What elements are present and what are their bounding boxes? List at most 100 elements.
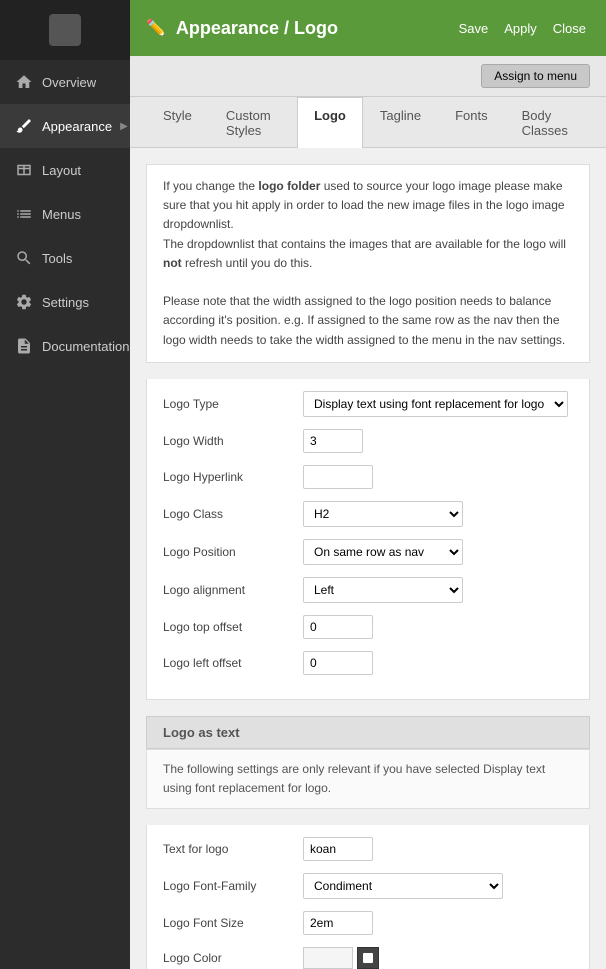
logo-type-control: Display text using font replacement for … bbox=[303, 391, 573, 417]
sidebar-item-tools[interactable]: Tools bbox=[0, 236, 130, 280]
sidebar-item-label: Layout bbox=[42, 163, 81, 178]
logo-width-control bbox=[303, 429, 573, 453]
logo-class-control: H2 H1 H3 bbox=[303, 501, 573, 527]
logo-top-offset-input[interactable] bbox=[303, 615, 373, 639]
sidebar-item-appearance[interactable]: Appearance ▶ bbox=[0, 104, 130, 148]
logo-font-size-input[interactable] bbox=[303, 911, 373, 935]
sidebar-item-documentation[interactable]: Documentation bbox=[0, 324, 130, 368]
color-preview bbox=[303, 947, 353, 969]
info-line2: The dropdownlist that contains the image… bbox=[163, 235, 573, 273]
logo-width-input[interactable] bbox=[303, 429, 363, 453]
logo-font-size-control bbox=[303, 911, 573, 935]
logo-as-text-label: Logo as text bbox=[163, 725, 240, 740]
tab-logo[interactable]: Logo bbox=[297, 97, 363, 148]
tab-fonts[interactable]: Fonts bbox=[438, 97, 505, 148]
list-icon bbox=[14, 204, 34, 224]
logo-top-offset-label: Logo top offset bbox=[163, 620, 303, 634]
logo-hyperlink-row: Logo Hyperlink bbox=[163, 465, 573, 489]
sidebar-item-settings[interactable]: Settings bbox=[0, 280, 130, 324]
logo-font-size-label: Logo Font Size bbox=[163, 916, 303, 930]
info-box: If you change the logo folder used to so… bbox=[146, 164, 590, 363]
assign-bar: Assign to menu bbox=[130, 56, 606, 97]
logo-alignment-label: Logo alignment bbox=[163, 583, 303, 597]
doc-icon bbox=[14, 336, 34, 356]
apply-button[interactable]: Apply bbox=[500, 19, 541, 38]
logo-width-label: Logo Width bbox=[163, 434, 303, 448]
color-picker-button[interactable] bbox=[357, 947, 379, 969]
tab-body-classes[interactable]: Body Classes bbox=[505, 97, 590, 148]
page-title: Appearance / Logo bbox=[176, 18, 455, 39]
sidebar-item-label: Settings bbox=[42, 295, 89, 310]
text-for-logo-input[interactable] bbox=[303, 837, 373, 861]
logo-position-control: On same row as nav Above nav Below nav bbox=[303, 539, 573, 565]
logo-icon bbox=[49, 14, 81, 46]
logo-font-family-row: Logo Font-Family Condiment Open Sans Rob… bbox=[163, 873, 573, 899]
tab-bar: Style Custom Styles Logo Tagline Fonts B… bbox=[130, 97, 606, 148]
logo-font-family-select[interactable]: Condiment Open Sans Roboto bbox=[303, 873, 503, 899]
gear-icon bbox=[14, 292, 34, 312]
logo-position-select[interactable]: On same row as nav Above nav Below nav bbox=[303, 539, 463, 565]
logo-color-control bbox=[303, 947, 573, 969]
text-for-logo-label: Text for logo bbox=[163, 842, 303, 856]
wrench-icon bbox=[14, 248, 34, 268]
sidebar: Overview Appearance ▶ Layout Menus Tools… bbox=[0, 0, 130, 969]
sidebar-logo bbox=[0, 0, 130, 60]
logo-hyperlink-control bbox=[303, 465, 573, 489]
info-note-text: The following settings are only relevant… bbox=[146, 749, 590, 809]
content-area: If you change the logo folder used to so… bbox=[130, 148, 606, 969]
pencil-icon: ✏️ bbox=[146, 18, 166, 38]
sidebar-item-label: Tools bbox=[42, 251, 72, 266]
logo-top-offset-row: Logo top offset bbox=[163, 615, 573, 639]
sidebar-item-menus[interactable]: Menus bbox=[0, 192, 130, 236]
logo-alignment-row: Logo alignment Left Center Right bbox=[163, 577, 573, 603]
logo-left-offset-row: Logo left offset bbox=[163, 651, 573, 675]
home-icon bbox=[14, 72, 34, 92]
logo-alignment-select[interactable]: Left Center Right bbox=[303, 577, 463, 603]
logo-left-offset-label: Logo left offset bbox=[163, 656, 303, 670]
logo-alignment-control: Left Center Right bbox=[303, 577, 573, 603]
sidebar-item-layout[interactable]: Layout bbox=[0, 148, 130, 192]
logo-hyperlink-input[interactable] bbox=[303, 465, 373, 489]
info-line1: If you change the logo folder used to so… bbox=[163, 177, 573, 235]
assign-to-menu-button[interactable]: Assign to menu bbox=[481, 64, 590, 88]
logo-top-offset-control bbox=[303, 615, 573, 639]
logo-color-label: Logo Color bbox=[163, 951, 303, 965]
paint-icon bbox=[14, 116, 34, 136]
tab-style[interactable]: Style bbox=[146, 97, 209, 148]
tab-tagline[interactable]: Tagline bbox=[363, 97, 438, 148]
save-button[interactable]: Save bbox=[455, 19, 493, 38]
info-line3: Please note that the width assigned to t… bbox=[163, 292, 573, 350]
sidebar-item-label: Overview bbox=[42, 75, 96, 90]
logo-position-row: Logo Position On same row as nav Above n… bbox=[163, 539, 573, 565]
text-for-logo-row: Text for logo bbox=[163, 837, 573, 861]
logo-as-text-section-header: Logo as text bbox=[146, 716, 590, 749]
logo-position-label: Logo Position bbox=[163, 545, 303, 559]
sidebar-item-label: Menus bbox=[42, 207, 81, 222]
sidebar-item-overview[interactable]: Overview bbox=[0, 60, 130, 104]
logo-class-row: Logo Class H2 H1 H3 bbox=[163, 501, 573, 527]
chevron-icon: ▶ bbox=[120, 121, 128, 132]
logo-type-row: Logo Type Display text using font replac… bbox=[163, 391, 573, 417]
logo-font-family-control: Condiment Open Sans Roboto bbox=[303, 873, 573, 899]
logo-class-select[interactable]: H2 H1 H3 bbox=[303, 501, 463, 527]
close-button[interactable]: Close bbox=[549, 19, 590, 38]
tab-custom-styles[interactable]: Custom Styles bbox=[209, 97, 297, 148]
logo-font-size-row: Logo Font Size bbox=[163, 911, 573, 935]
logo-font-family-label: Logo Font-Family bbox=[163, 879, 303, 893]
logo-type-select[interactable]: Display text using font replacement for … bbox=[303, 391, 568, 417]
main-content: ✏️ Appearance / Logo Save Apply Close As… bbox=[130, 0, 606, 969]
layout-icon bbox=[14, 160, 34, 180]
page-header: ✏️ Appearance / Logo Save Apply Close bbox=[130, 0, 606, 56]
text-for-logo-control bbox=[303, 837, 573, 861]
logo-left-offset-control bbox=[303, 651, 573, 675]
logo-type-label: Logo Type bbox=[163, 397, 303, 411]
logo-width-row: Logo Width bbox=[163, 429, 573, 453]
logo-class-label: Logo Class bbox=[163, 507, 303, 521]
logo-hyperlink-label: Logo Hyperlink bbox=[163, 470, 303, 484]
sidebar-item-label: Documentation bbox=[42, 339, 129, 354]
logo-form-top: Logo Type Display text using font replac… bbox=[146, 379, 590, 700]
logo-color-row: Logo Color bbox=[163, 947, 573, 969]
logo-left-offset-input[interactable] bbox=[303, 651, 373, 675]
header-actions: Save Apply Close bbox=[455, 19, 590, 38]
logo-text-form: Text for logo Logo Font-Family Condiment… bbox=[146, 825, 590, 969]
